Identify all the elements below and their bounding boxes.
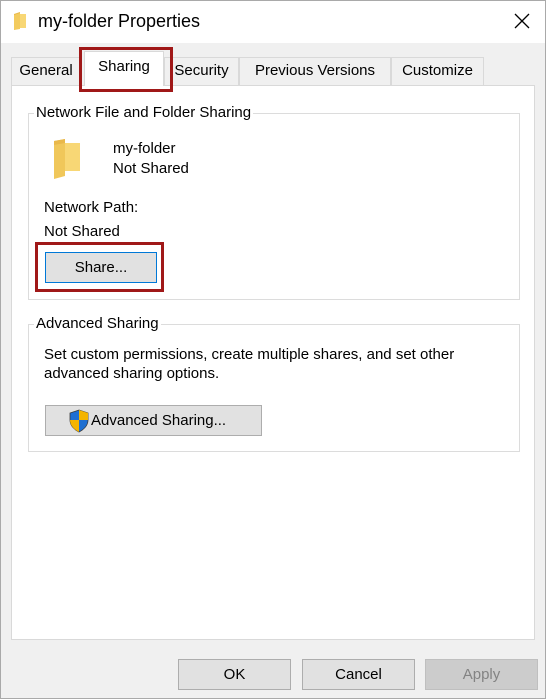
advanced-sharing-button[interactable]: Advanced Sharing... [45, 405, 262, 436]
ok-button[interactable]: OK [178, 659, 291, 690]
share-button[interactable]: Share... [45, 252, 157, 283]
advanced-description-line2: advanced sharing options. [44, 365, 220, 382]
share-status: Not Shared [113, 160, 189, 177]
cancel-button[interactable]: Cancel [302, 659, 415, 690]
apply-button[interactable]: Apply [425, 659, 538, 690]
group-label: Network File and Folder Sharing [34, 104, 254, 122]
advanced-description-line1: Set custom permissions, create multiple … [44, 346, 455, 363]
tab-label: Previous Versions [254, 62, 376, 79]
close-button[interactable] [499, 1, 545, 41]
folder-name: my-folder [113, 140, 176, 157]
group-label: Advanced Sharing [34, 315, 161, 333]
network-sharing-group: Network File and Folder Sharing my-folde… [28, 104, 520, 300]
tab-customize[interactable]: Customize [391, 57, 484, 85]
title-bar: my-folder Properties [1, 1, 545, 43]
advanced-sharing-label: Advanced Sharing... [91, 412, 227, 429]
advanced-sharing-group: Advanced Sharing Set custom permissions,… [28, 315, 520, 452]
sharing-panel: Network File and Folder Sharing my-folde… [11, 85, 535, 640]
tab-previous-versions[interactable]: Previous Versions [239, 57, 391, 85]
folder-icon [54, 139, 80, 179]
tab-label: General [19, 62, 73, 79]
close-icon [514, 13, 530, 29]
uac-shield-icon [69, 409, 89, 433]
folder-icon [14, 12, 26, 30]
tab-label: Security [174, 62, 229, 79]
window-title: my-folder Properties [38, 11, 201, 31]
network-path-label: Network Path: [44, 199, 139, 216]
tab-security[interactable]: Security [164, 57, 239, 85]
tab-strip: General Sharing Security Previous Versio… [1, 43, 545, 86]
tab-label: Sharing [98, 58, 150, 75]
properties-dialog: my-folder Properties General Sharing Sec… [0, 0, 546, 699]
tab-sharing[interactable]: Sharing [84, 51, 164, 86]
network-path-value: Not Shared [44, 223, 120, 240]
tab-general[interactable]: General [11, 57, 81, 85]
tab-label: Customize [402, 62, 473, 79]
